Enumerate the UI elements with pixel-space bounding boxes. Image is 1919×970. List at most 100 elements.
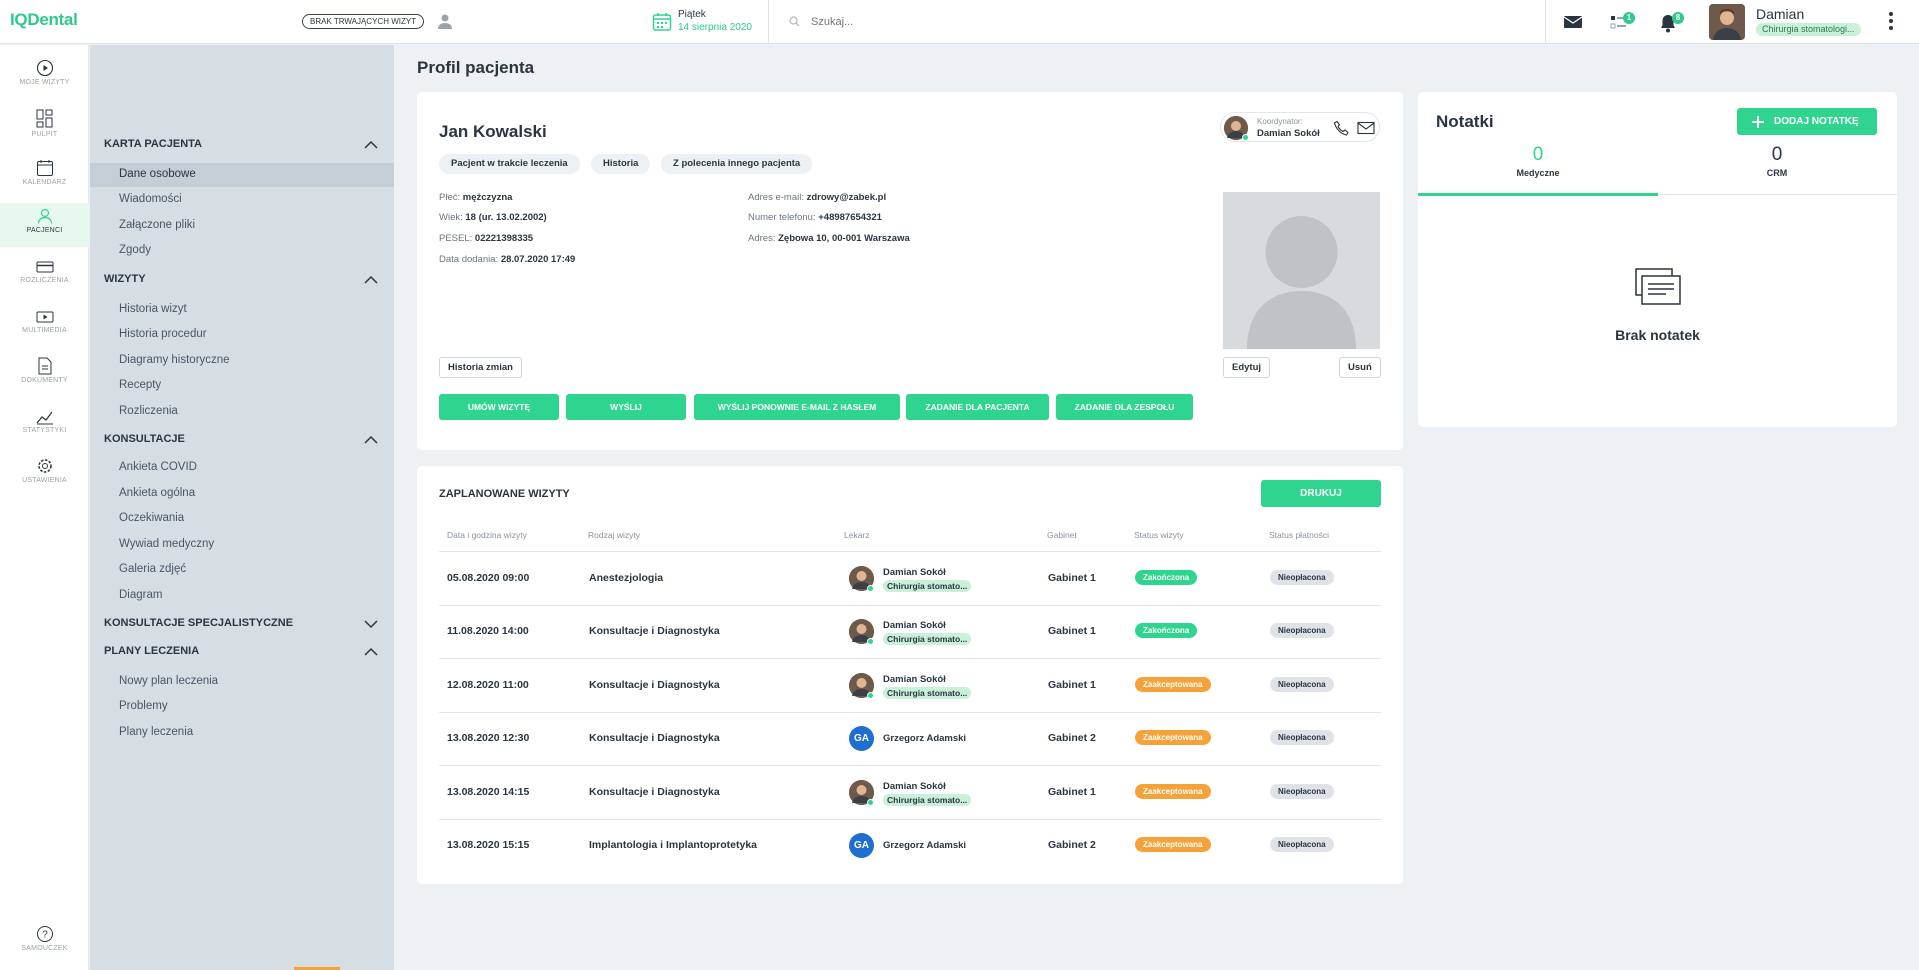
mail-icon[interactable] <box>1357 120 1375 136</box>
patient-submenu: KARTA PACJENTA Dane osobowe Wiadomości Z… <box>90 45 394 970</box>
submenu-item-wiadomosci[interactable]: Wiadomości <box>119 193 182 205</box>
submenu-item-historia-procedur[interactable]: Historia procedur <box>119 328 207 340</box>
table-row[interactable]: 05.08.2020 09:00 Anestezjologia Damian S… <box>417 552 1403 605</box>
submenu-item-recepty[interactable]: Recepty <box>119 379 161 391</box>
section-konsultacje-specjalistyczne[interactable]: KONSULTACJE SPECJALISTYCZNE <box>104 617 293 629</box>
send-button[interactable]: WYŚLIJ <box>566 394 686 420</box>
user-name[interactable]: Damian <box>1756 6 1804 22</box>
chevron-up-icon[interactable] <box>364 435 378 445</box>
book-visit-button[interactable]: UMÓW WIZYTĘ <box>439 394 559 420</box>
address-value: Zębowa 10, 00-001 Warszawa <box>778 233 910 244</box>
search-input[interactable] <box>785 12 1085 32</box>
patient-photo[interactable] <box>1223 192 1380 349</box>
submenu-item-diagram[interactable]: Diagram <box>119 589 162 601</box>
tasks-button[interactable]: 1 <box>1610 11 1635 33</box>
chevron-up-icon[interactable] <box>364 647 378 657</box>
rail-item-kalendarz[interactable]: KALENDARZ <box>0 155 89 199</box>
chevron-up-icon[interactable] <box>364 140 378 150</box>
col-header-status[interactable]: Status wizyty <box>1134 530 1184 540</box>
submenu-item-zgody[interactable]: Zgody <box>119 244 151 256</box>
chevron-down-icon[interactable] <box>364 619 378 629</box>
rail-item-samouczek[interactable]: ? SAMOUCZEK <box>0 921 89 965</box>
team-task-button[interactable]: ZADANIE DLA ZESPOŁU <box>1056 394 1193 420</box>
visits-title: ZAPLANOWANE WIZYTY <box>439 488 570 500</box>
visit-date: 13.08.2020 12:30 <box>447 732 530 744</box>
more-menu-icon[interactable] <box>1889 12 1893 33</box>
visit-status-pill[interactable]: BRAK TRWAJĄCYCH WIZYT <box>302 14 425 29</box>
section-wizyty[interactable]: WIZYTY <box>104 273 146 285</box>
rail-item-moje-wizyty[interactable]: MOJE WIZYTY <box>0 55 89 99</box>
app-logo[interactable]: IQDental <box>10 10 78 30</box>
rail-item-multimedia[interactable]: MULTIMEDIA <box>0 305 89 349</box>
tag-chip[interactable]: Z polecenia innego pacjenta <box>661 154 813 174</box>
col-header-doctor[interactable]: Lekarz <box>844 530 870 540</box>
patient-task-button[interactable]: ZADANIE DLA PACJENTA <box>906 394 1049 420</box>
visit-type: Anestezjologia <box>589 572 664 584</box>
chevron-up-icon[interactable] <box>364 275 378 285</box>
person-icon[interactable] <box>437 13 453 30</box>
gear-icon <box>37 459 52 473</box>
tab-medyczne[interactable]: 0 Medyczne <box>1418 144 1658 178</box>
user-role-badge: Chirurgia stomatologi... <box>1756 23 1861 36</box>
submenu-item-plany-leczenia[interactable]: Plany leczenia <box>119 726 193 738</box>
visit-room: Gabinet 1 <box>1048 572 1096 584</box>
submenu-item-oczekiwania[interactable]: Oczekiwania <box>119 512 184 524</box>
notifications-button[interactable]: 8 <box>1659 11 1684 33</box>
rail-item-pulpit[interactable]: PULPIT <box>0 105 89 149</box>
rail-label: MULTIMEDIA <box>22 327 67 334</box>
table-row[interactable]: 12.08.2020 11:00 Konsultacje i Diagnosty… <box>417 659 1403 712</box>
active-tab-indicator <box>1418 193 1658 196</box>
avatar-placeholder-icon <box>1223 192 1380 349</box>
submenu-item-diagramy-historyczne[interactable]: Diagramy historyczne <box>119 354 230 366</box>
mail-icon[interactable] <box>1561 11 1585 33</box>
section-karta-pacjenta[interactable]: KARTA PACJENTA <box>104 138 202 150</box>
tasks-badge: 1 <box>1623 12 1635 24</box>
history-button[interactable]: Historia zmian <box>439 357 522 378</box>
col-header-date[interactable]: Data i godzina wizyty <box>447 530 527 540</box>
table-row[interactable]: 13.08.2020 15:15 Implantologia i Implant… <box>417 820 1403 872</box>
help-icon: ? <box>36 926 53 942</box>
submenu-item-nowy-plan-leczenia[interactable]: Nowy plan leczenia <box>119 675 218 687</box>
delete-button[interactable]: Usuń <box>1339 357 1381 378</box>
rail-item-pacjenci[interactable]: PACJENCI <box>0 203 89 247</box>
tab-crm[interactable]: 0 CRM <box>1657 144 1897 178</box>
rail-item-rozliczenia[interactable]: ROZLICZENIA <box>0 255 89 299</box>
col-header-room[interactable]: Gabinet <box>1047 530 1077 540</box>
submenu-item-rozliczenia[interactable]: Rozliczenia <box>119 405 178 417</box>
submenu-item-historia-wizyt[interactable]: Historia wizyt <box>119 303 187 315</box>
submenu-item-ankieta-ogolna[interactable]: Ankieta ogólna <box>119 487 195 499</box>
tag-chip[interactable]: Historia <box>591 154 651 174</box>
print-button[interactable]: DRUKUJ <box>1261 480 1381 507</box>
date-label: 14 sierpnia 2020 <box>678 22 752 33</box>
col-header-payment[interactable]: Status płatności <box>1269 530 1329 540</box>
edit-button[interactable]: Edytuj <box>1223 357 1271 378</box>
table-row[interactable]: 11.08.2020 14:00 Konsultacje i Diagnosty… <box>417 606 1403 658</box>
submenu-item-wywiad-medyczny[interactable]: Wywiad medyczny <box>119 538 214 550</box>
submenu-item-ankieta-covid[interactable]: Ankieta COVID <box>119 461 197 473</box>
rail-label: STATYSTYKI <box>22 427 67 434</box>
rail-item-ustawienia[interactable]: USTAWIENIA <box>0 453 89 497</box>
section-plany-leczenia[interactable]: PLANY LECZENIA <box>104 645 199 657</box>
submenu-item-galeria-zdjec[interactable]: Galeria zdjęć <box>119 563 186 575</box>
add-note-button[interactable]: DODAJ NOTATKĘ <box>1737 108 1877 135</box>
table-row[interactable]: 13.08.2020 14:15 Konsultacje i Diagnosty… <box>417 766 1403 819</box>
submenu-item-dane-osobowe[interactable]: Dane osobowe <box>119 168 196 180</box>
section-konsultacje[interactable]: KONSULTACJE <box>104 433 185 445</box>
phone-icon[interactable] <box>1334 120 1350 136</box>
visit-room: Gabinet 1 <box>1048 679 1096 691</box>
card-icon <box>36 261 53 273</box>
submenu-item-problemy[interactable]: Problemy <box>119 700 168 712</box>
phone-label: Numer telefonu: <box>748 212 816 223</box>
rail-item-dokumenty[interactable]: DOKUMENTY <box>0 353 89 397</box>
table-row[interactable]: 13.08.2020 12:30 Konsultacje i Diagnosty… <box>417 713 1403 765</box>
resend-password-button[interactable]: WYŚLIJ PONOWNIE E-MAIL Z HASŁEM <box>694 394 900 420</box>
current-date[interactable]: Piątek 14 sierpnia 2020 <box>650 8 770 36</box>
doctor-name: Damian Sokół <box>883 567 946 578</box>
tag-chip[interactable]: Pacjent w trakcie leczenia <box>439 154 580 174</box>
avatar[interactable] <box>1709 4 1745 40</box>
rail-item-statystyki[interactable]: STATYSTYKI <box>0 403 89 447</box>
submenu-item-zalaczone-pliki[interactable]: Załączone pliki <box>119 219 195 231</box>
status-badge: Zakończona <box>1135 623 1198 638</box>
patient-card: Jan Kowalski Pacjent w trakcie leczenia … <box>417 92 1403 450</box>
col-header-type[interactable]: Rodzaj wizyty <box>588 530 640 540</box>
